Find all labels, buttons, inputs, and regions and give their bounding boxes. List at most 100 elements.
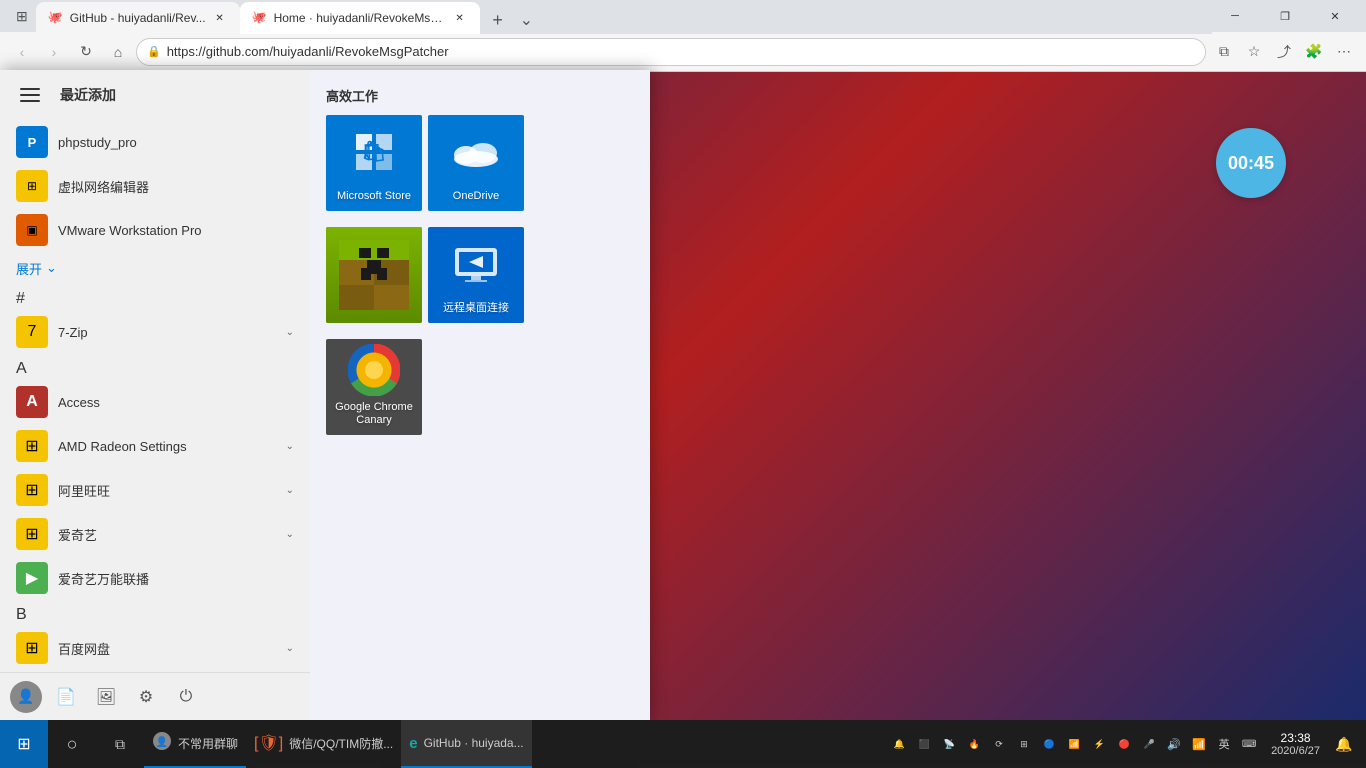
refresh-button[interactable]: ↻ (72, 38, 100, 66)
power-button[interactable]: ⏻ (168, 679, 204, 715)
collections-button[interactable]: ⧉ (1210, 38, 1238, 66)
settings-button[interactable]: ⋯ (1330, 38, 1358, 66)
onedrive-icon-area (428, 115, 524, 190)
pictures-button[interactable]: 🖼 (88, 679, 124, 715)
app-item-vnet[interactable]: ⊞ 虚拟网络编辑器 (8, 164, 302, 208)
tab-1-close[interactable]: ✕ (212, 10, 228, 26)
chat-app-icon: 👤 (152, 731, 172, 756)
tiles-grid: 🛍 Microsoft Store OneDrive (326, 115, 634, 211)
app-item-baidu[interactable]: ⊞ 百度网盘 ⌄ (8, 626, 302, 670)
app-item-amd[interactable]: ⊞ AMD Radeon Settings ⌄ (8, 424, 302, 468)
aiqiyi-name: 爱奇艺 (58, 525, 276, 544)
7zip-expand-icon[interactable]: ⌄ (286, 327, 294, 338)
title-bar: ⊞ 🐙 GitHub - huiyadanli/Rev... ✕ 🐙 Home … (0, 0, 1366, 32)
aiqiyi-expand-icon[interactable]: ⌄ (286, 529, 294, 540)
expand-row[interactable]: 展开 ⌄ (8, 252, 302, 284)
settings-button[interactable]: ⚙ (128, 679, 164, 715)
user-button[interactable]: 👤 (8, 679, 44, 715)
phpstudy-name: phpstudy_pro (58, 135, 294, 150)
baidu-name: 百度网盘 (58, 639, 276, 658)
tile-minecraft[interactable] (326, 227, 422, 323)
taskbar-app-github[interactable]: e GitHub · huiyada... (401, 720, 531, 768)
tray-icon-7[interactable]: 🔵 (1037, 724, 1061, 764)
app-item-phpstudy[interactable]: P phpstudy_pro (8, 120, 302, 164)
user-avatar: 👤 (10, 681, 42, 713)
extensions-button[interactable]: 🧩 (1300, 38, 1328, 66)
tab-2-favicon: 🐙 (252, 10, 268, 26)
app-item-access[interactable]: A Access (8, 380, 302, 424)
share-button[interactable]: ⤴ (1270, 38, 1298, 66)
notification-center-button[interactable]: 🔔 (1330, 720, 1358, 768)
tab-1[interactable]: 🐙 GitHub - huiyadanli/Rev... ✕ (36, 2, 240, 34)
tab-2-title: Home · huiyadanli/RevokeMsgP... (274, 11, 446, 25)
rdp-label: 远程桌面连接 (439, 302, 513, 315)
browser-menu-icon[interactable]: ⊞ (8, 4, 36, 29)
app-item-aiqiyi[interactable]: ⊞ 爱奇艺 ⌄ (8, 512, 302, 556)
hamburger-button[interactable] (16, 79, 48, 111)
baidu-expand-icon[interactable]: ⌄ (286, 643, 294, 654)
minecraft-creeper-icon (339, 240, 409, 310)
home-button[interactable]: ⌂ (104, 38, 132, 66)
tile-rdp[interactable]: 远程桌面连接 (428, 227, 524, 323)
tray-icon-6[interactable]: ⊞ (1012, 724, 1036, 764)
app-item-7zip[interactable]: 7 7-Zip ⌄ (8, 310, 302, 354)
aliwang-expand-icon[interactable]: ⌄ (286, 485, 294, 496)
app-item-aliwang[interactable]: ⊞ 阿里旺旺 ⌄ (8, 468, 302, 512)
app-list-header: 最近添加 (0, 70, 310, 120)
documents-button[interactable]: 📄 (48, 679, 84, 715)
url-bar-actions: ⧉ ☆ ⤴ 🧩 ⋯ (1210, 38, 1358, 66)
app-list-bottom: 👤 📄 🖼 ⚙ ⏻ (0, 672, 310, 720)
taskbar-app-chat[interactable]: 👤 不常用群聊 (144, 720, 246, 768)
back-button[interactable]: ‹ (8, 38, 36, 66)
tile-onedrive[interactable]: OneDrive (428, 115, 524, 211)
ms-store-label: Microsoft Store (333, 190, 415, 203)
chat-app-label: 不常用群聊 (178, 735, 238, 752)
tray-icon-3[interactable]: 📡 (937, 724, 961, 764)
favorites-button[interactable]: ☆ (1240, 38, 1268, 66)
clock-time: 23:38 (1281, 731, 1311, 745)
tray-lang[interactable]: 英 (1212, 724, 1236, 764)
minimize-button[interactable]: ─ (1212, 0, 1258, 32)
tray-icon-2[interactable]: ⬛ (912, 724, 936, 764)
tray-icon-mic[interactable]: 🎤 (1137, 724, 1161, 764)
minecraft-icon-area (326, 227, 422, 323)
clock-widget-time: 00:45 (1228, 153, 1274, 174)
maximize-button[interactable]: ❐ (1262, 0, 1308, 32)
tab-dropdown[interactable]: ⌄ (512, 6, 541, 34)
tile-ms-store[interactable]: 🛍 Microsoft Store (326, 115, 422, 211)
url-bar[interactable]: 🔒 https://github.com/huiyadanli/RevokeMs… (136, 38, 1206, 66)
aliwang-name: 阿里旺旺 (58, 481, 276, 500)
start-button[interactable]: ⊞ (0, 720, 48, 768)
tray-keyboard[interactable]: ⌨ (1237, 724, 1261, 764)
tab-1-favicon: 🐙 (48, 10, 64, 26)
tiles-grid-2: 远程桌面连接 (326, 227, 634, 323)
close-button[interactable]: ✕ (1312, 0, 1358, 32)
tiles-panel: 高效工作 🛍 Microsoft Store (310, 70, 650, 720)
tab-2-close[interactable]: ✕ (452, 10, 468, 26)
aiqiyi-icon: ⊞ (16, 518, 48, 550)
app-item-aiqiyi-ws[interactable]: ▶ 爱奇艺万能联播 (8, 556, 302, 600)
tray-icon-4[interactable]: 🔥 (962, 724, 986, 764)
app-item-vmware[interactable]: ▣ VMware Workstation Pro (8, 208, 302, 252)
new-tab-button[interactable]: + (484, 6, 512, 34)
window-controls: ─ ❐ ✕ (1212, 0, 1358, 32)
tray-icon-9[interactable]: 🔴 (1112, 724, 1136, 764)
tray-icon-bluetooth[interactable]: ⚡ (1087, 724, 1111, 764)
task-view-button[interactable]: ⧉ (96, 720, 144, 768)
tray-icon-8[interactable]: 📶 (1062, 724, 1086, 764)
onedrive-label: OneDrive (449, 190, 503, 203)
cortana-button[interactable]: ○ (48, 720, 96, 768)
system-clock[interactable]: 23:38 2020/6/27 (1263, 720, 1328, 768)
taskbar-app-wechat[interactable]: [🛡] 微信/QQ/TIM防撤... (246, 720, 401, 768)
amd-expand-icon[interactable]: ⌄ (286, 441, 294, 452)
tray-wifi[interactable]: 📶 (1187, 724, 1211, 764)
tile-chrome-canary[interactable]: Google Chrome Canary (326, 339, 422, 435)
tray-speaker[interactable]: 🔊 (1162, 724, 1186, 764)
system-tray: 🔔 ⬛ 📡 🔥 ⟳ ⊞ 🔵 📶 ⚡ 🔴 🎤 🔊 📶 英 ⌨ 23:38 2020… (887, 720, 1366, 768)
tab-2[interactable]: 🐙 Home · huiyadanli/RevokeMsgP... ✕ (240, 2, 480, 34)
aliwang-icon: ⊞ (16, 474, 48, 506)
tray-icon-1[interactable]: 🔔 (887, 724, 911, 764)
tray-icon-5[interactable]: ⟳ (987, 724, 1011, 764)
forward-button[interactable]: › (40, 38, 68, 66)
amd-icon: ⊞ (16, 430, 48, 462)
